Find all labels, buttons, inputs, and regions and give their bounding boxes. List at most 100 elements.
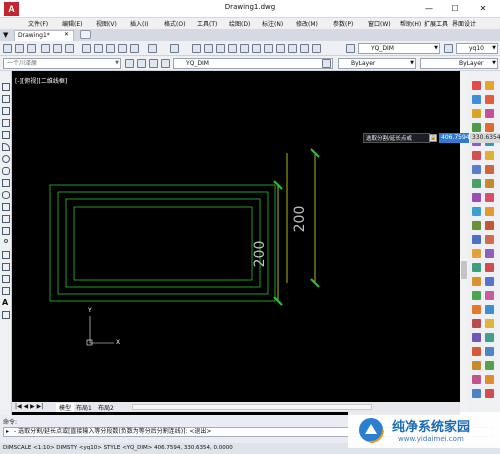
dimstyle-icon[interactable] xyxy=(346,44,355,53)
tab-layout1[interactable]: 布局1 xyxy=(76,403,92,412)
line-icon[interactable] xyxy=(2,83,10,91)
qleader-icon[interactable] xyxy=(472,305,481,314)
textstyle-icon[interactable] xyxy=(444,44,453,53)
mirror-icon[interactable] xyxy=(472,95,481,104)
menu-modify[interactable]: 修改(M) xyxy=(296,19,318,28)
pan-icon[interactable] xyxy=(192,44,201,53)
publish-icon[interactable] xyxy=(65,44,74,53)
rectangle-icon[interactable] xyxy=(2,131,10,139)
menu-view[interactable]: 视图(V) xyxy=(96,19,117,28)
close-button[interactable]: ✕ xyxy=(474,2,492,16)
extend-icon[interactable] xyxy=(472,151,481,160)
move-icon[interactable] xyxy=(485,109,494,118)
new-tab-button[interactable] xyxy=(80,30,91,39)
maximize-button[interactable]: ☐ xyxy=(446,2,464,16)
layer-select[interactable]: YQ_DIM ▼ xyxy=(173,58,333,69)
dynamic-input-y-field[interactable]: 330.6354 xyxy=(470,133,500,143)
fillet-icon[interactable] xyxy=(472,179,481,188)
menu-file[interactable]: 文件(F) xyxy=(28,19,48,28)
minimize-button[interactable]: — xyxy=(420,2,438,16)
splinedit-icon[interactable] xyxy=(485,221,494,230)
vertical-scrollbar[interactable] xyxy=(460,71,468,415)
insert-block-icon[interactable] xyxy=(2,215,10,223)
zoom-window-icon[interactable] xyxy=(216,44,225,53)
offset-icon[interactable] xyxy=(485,95,494,104)
ellipse-icon[interactable] xyxy=(2,191,10,199)
print-tool-icon[interactable] xyxy=(472,389,481,398)
horizontal-scrollbar[interactable] xyxy=(132,404,372,410)
menu-parametric[interactable]: 参数(P) xyxy=(333,19,353,28)
multiline-text-icon[interactable]: A xyxy=(2,299,10,307)
rotate-icon[interactable] xyxy=(472,123,481,132)
markup-icon[interactable] xyxy=(288,44,297,53)
dynamic-input-x-field[interactable]: 406.7594 xyxy=(439,133,470,143)
menu-edit[interactable]: 编辑(E) xyxy=(62,19,82,28)
make-block-icon[interactable] xyxy=(2,227,10,235)
menu-ui-design[interactable]: 界面设计 xyxy=(452,19,476,28)
chamfer-icon[interactable] xyxy=(485,165,494,174)
lengthen-icon[interactable] xyxy=(485,207,494,216)
new-file-icon[interactable] xyxy=(3,44,12,53)
menu-draw[interactable]: 绘图(D) xyxy=(229,19,250,28)
tool-palettes-icon[interactable] xyxy=(264,44,273,53)
pedit-icon[interactable] xyxy=(472,221,481,230)
textstyle-select[interactable]: yq10 ▼ xyxy=(456,43,498,54)
table-icon[interactable] xyxy=(2,287,10,295)
menu-format[interactable]: 格式(O) xyxy=(164,19,185,28)
sun-icon[interactable] xyxy=(149,59,158,68)
erase-icon[interactable] xyxy=(472,81,481,90)
block-editor-icon[interactable] xyxy=(130,44,139,53)
menu-tools[interactable]: 工具(T) xyxy=(197,19,217,28)
block-tool-icon[interactable] xyxy=(472,375,481,384)
divide-icon[interactable] xyxy=(472,193,481,202)
hatchedit-icon[interactable] xyxy=(472,235,481,244)
dimstyle-manager-icon[interactable] xyxy=(472,347,481,356)
textedit-icon[interactable] xyxy=(485,235,494,244)
zoom-previous-icon[interactable] xyxy=(228,44,237,53)
polygon-icon[interactable] xyxy=(2,119,10,127)
save-icon[interactable] xyxy=(27,44,36,53)
cut-icon[interactable] xyxy=(82,44,91,53)
match-properties-icon[interactable] xyxy=(118,44,127,53)
arc-icon[interactable] xyxy=(2,143,10,151)
dimtedit-icon[interactable] xyxy=(472,333,481,342)
undo-icon[interactable] xyxy=(148,44,157,53)
join-icon[interactable] xyxy=(472,165,481,174)
region-icon[interactable] xyxy=(2,275,10,283)
dimbaseline-icon[interactable] xyxy=(472,291,481,300)
menu-insert[interactable]: 插入(I) xyxy=(130,19,148,28)
lock-icon[interactable]: 🔒 xyxy=(429,134,437,142)
copy-object-icon[interactable] xyxy=(485,81,494,90)
lock-icon[interactable] xyxy=(161,59,170,68)
print-icon[interactable] xyxy=(41,44,50,53)
make-current-layer-icon[interactable] xyxy=(322,59,331,68)
extension-tool-icon[interactable] xyxy=(485,347,494,356)
menu-window[interactable]: 窗口(W) xyxy=(368,19,391,28)
dimcontinue-icon[interactable] xyxy=(485,291,494,300)
open-file-icon[interactable] xyxy=(15,44,24,53)
dimcenter-icon[interactable] xyxy=(472,319,481,328)
tab-layout2[interactable]: 布局2 xyxy=(98,403,114,412)
tab-model[interactable]: 模型 xyxy=(56,403,75,412)
ellipse-arc-icon[interactable] xyxy=(2,203,10,211)
measure-icon[interactable] xyxy=(485,193,494,202)
help-icon[interactable] xyxy=(312,44,321,53)
menu-help[interactable]: 帮助(H) xyxy=(400,19,421,28)
layer-hint-select[interactable]: 一个川泽原 ▼ xyxy=(3,58,121,69)
redo-icon[interactable] xyxy=(170,44,179,53)
array-icon[interactable] xyxy=(472,109,481,118)
attedit-icon[interactable] xyxy=(472,249,481,258)
design-center-icon[interactable] xyxy=(252,44,261,53)
break-icon[interactable] xyxy=(485,151,494,160)
hatch-icon[interactable] xyxy=(2,251,10,259)
dimradius-icon[interactable] xyxy=(472,277,481,286)
dimlinear-icon[interactable] xyxy=(472,263,481,272)
menu-extension-tools[interactable]: 扩展工具 xyxy=(424,19,448,28)
align-icon[interactable] xyxy=(472,207,481,216)
sheet-set-icon[interactable] xyxy=(276,44,285,53)
layer-tool-icon[interactable] xyxy=(472,361,481,370)
scale-icon[interactable] xyxy=(485,123,494,132)
settings-tool-icon[interactable] xyxy=(485,389,494,398)
layer-manager-icon[interactable] xyxy=(125,59,134,68)
dimaligned-icon[interactable] xyxy=(485,263,494,272)
